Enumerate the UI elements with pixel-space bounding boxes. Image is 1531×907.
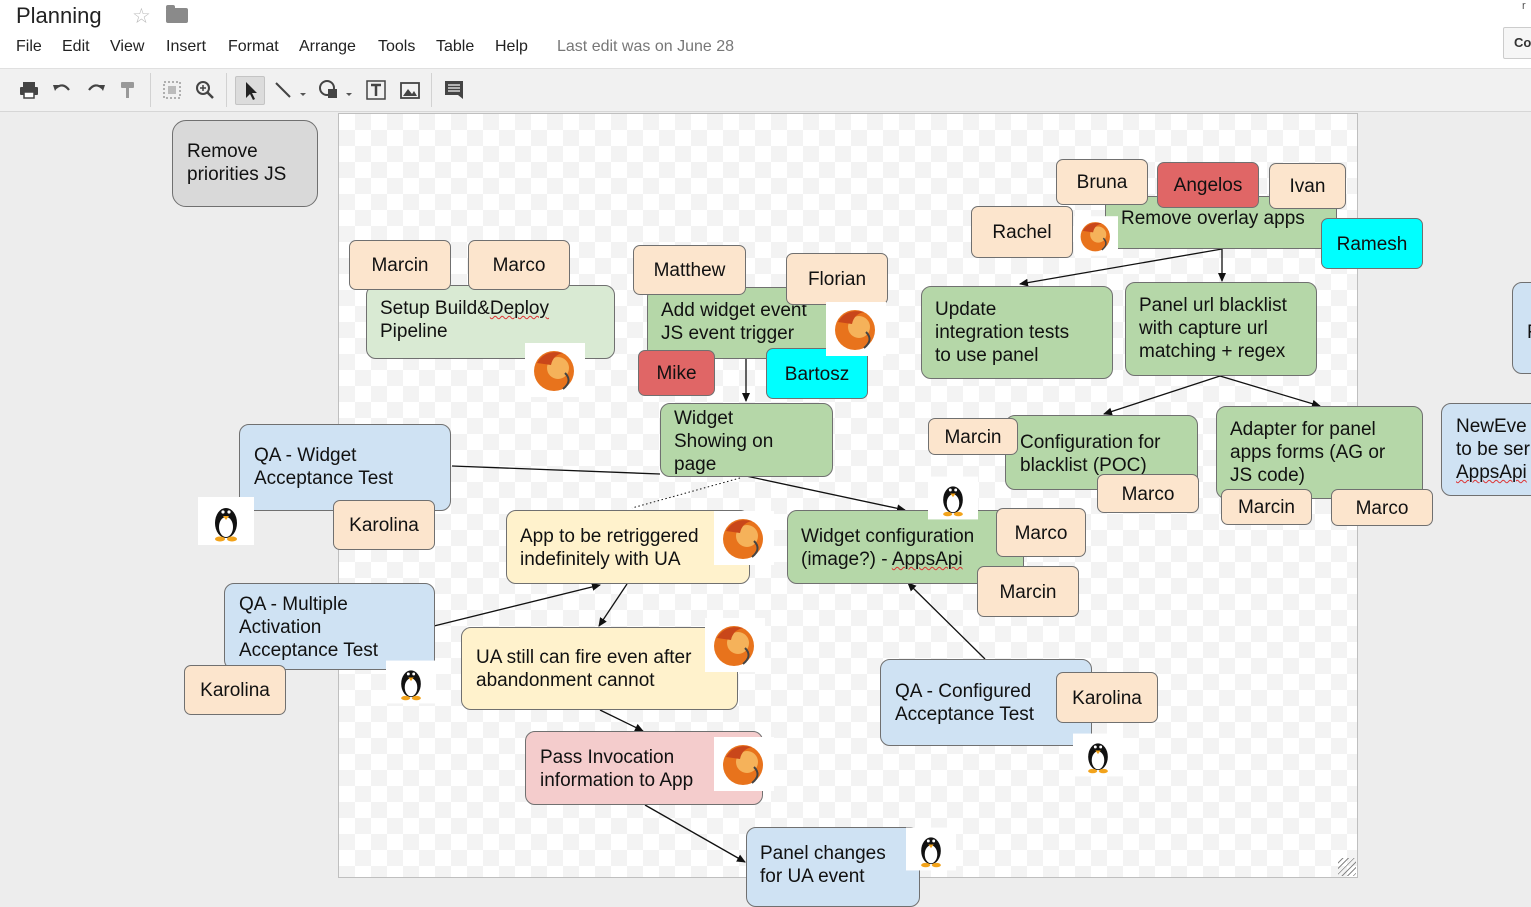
node-adapter-panel[interactable]: Adapter for panel apps forms (AG or JS c… <box>1216 406 1423 499</box>
node-remove-priorities[interactable]: Remove priorities JS <box>172 120 318 207</box>
node-text: Setup Build& <box>380 298 490 319</box>
person-tag-bruna[interactable]: Bruna <box>1056 159 1148 205</box>
node-qa-multiple[interactable]: QA - Multiple Activation Acceptance Test <box>224 583 435 670</box>
spellcheck-word: AppsApi <box>891 549 963 570</box>
node-newevent[interactable]: NewEve to be ser AppsApi <box>1441 403 1531 496</box>
firefox-logo-icon <box>1074 212 1118 265</box>
firefox-logo-icon <box>714 737 774 796</box>
node-update-integration[interactable]: Update integration tests to use panel <box>921 286 1113 379</box>
person-tag-angelos[interactable]: Angelos <box>1157 162 1259 208</box>
node-text: Pipeline <box>380 321 448 342</box>
linux-penguin-icon <box>198 497 254 550</box>
firefox-logo-icon <box>826 302 886 361</box>
linux-penguin-icon <box>386 658 436 711</box>
node-offscreen-edge[interactable]: F <box>1512 282 1531 374</box>
person-tag-marcin[interactable]: Marcin <box>977 566 1079 617</box>
person-tag-matthew[interactable]: Matthew <box>633 245 746 295</box>
person-tag-mike[interactable]: Mike <box>638 350 715 396</box>
person-tag-rachel[interactable]: Rachel <box>971 206 1073 258</box>
person-tag-marco[interactable]: Marco <box>996 508 1086 557</box>
person-tag-marco[interactable]: Marco <box>1097 474 1199 513</box>
person-tag-marco[interactable]: Marco <box>1331 489 1433 526</box>
node-widget-showing[interactable]: Widget Showing on page <box>660 403 833 477</box>
node-panel-blacklist[interactable]: Panel url blacklist with capture url mat… <box>1125 282 1317 376</box>
node-text: NewEve to be ser <box>1456 416 1530 460</box>
person-tag-marco[interactable]: Marco <box>468 240 570 290</box>
person-tag-marcin[interactable]: Marcin <box>1221 489 1312 525</box>
firefox-logo-icon <box>525 343 585 402</box>
spellcheck-word: Deploy <box>489 298 550 319</box>
person-tag-marcin[interactable]: Marcin <box>928 418 1018 455</box>
person-tag-karolina[interactable]: Karolina <box>333 500 435 550</box>
linux-penguin-icon <box>928 474 978 527</box>
node-ua-still-fire[interactable]: UA still can fire even after abandonment… <box>461 627 738 710</box>
firefox-logo-icon <box>714 511 774 570</box>
node-qa-widget[interactable]: QA - Widget Acceptance Test <box>239 424 451 511</box>
linux-penguin-icon <box>906 825 956 878</box>
spellcheck-word: AppsApi <box>1456 462 1527 483</box>
person-tag-karolina[interactable]: Karolina <box>184 665 286 715</box>
node-panel-changes[interactable]: Panel changes for UA event <box>746 827 920 907</box>
linux-penguin-icon <box>1073 731 1123 784</box>
person-tag-marcin[interactable]: Marcin <box>349 240 451 290</box>
firefox-logo-icon <box>705 618 765 677</box>
person-tag-karolina[interactable]: Karolina <box>1056 672 1158 723</box>
person-tag-ivan[interactable]: Ivan <box>1269 163 1346 209</box>
person-tag-florian[interactable]: Florian <box>786 253 888 305</box>
person-tag-ramesh[interactable]: Ramesh <box>1321 218 1423 269</box>
